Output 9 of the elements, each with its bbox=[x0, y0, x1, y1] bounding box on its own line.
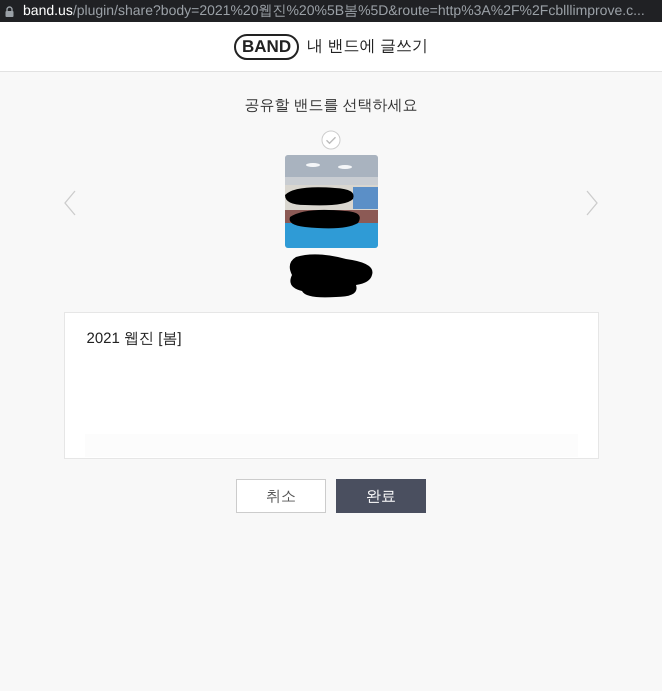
band-logo: BAND bbox=[234, 34, 300, 60]
done-button[interactable]: 완료 bbox=[336, 479, 426, 513]
prompt-text: 공유할 밴드를 선택하세요 bbox=[244, 96, 418, 115]
url-text[interactable]: band.us/plugin/share?body=2021%20웹진%20%5B봄%5D&route=http%3A%2F%2Fcblllimprove.c... bbox=[23, 2, 645, 20]
message-field[interactable]: 2021 웹진 [봄] bbox=[64, 312, 598, 459]
page-title: 내 밴드에 글쓰기 bbox=[307, 37, 428, 57]
check-icon[interactable] bbox=[321, 130, 341, 150]
cancel-button[interactable]: 취소 bbox=[236, 479, 326, 513]
lock-icon bbox=[5, 6, 14, 16]
